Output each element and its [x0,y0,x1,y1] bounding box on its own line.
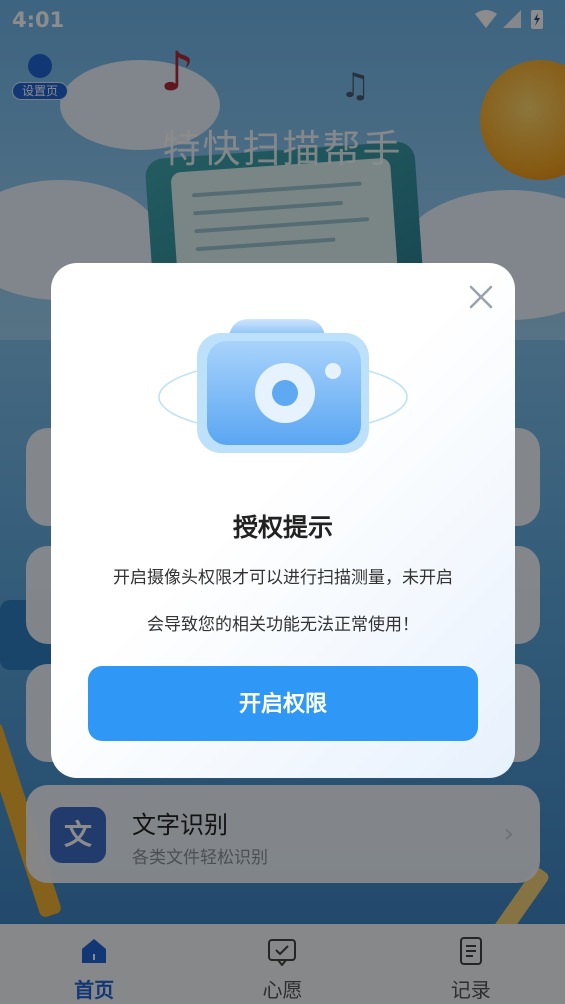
permission-dialog: 授权提示 开启摄像头权限才可以进行扫描测量，未开启 会导致您的相关功能无法正常使… [51,263,515,778]
dialog-message-line-1: 开启摄像头权限才可以进行扫描测量，未开启 [113,568,453,588]
dialog-message-line-2: 会导致您的相关功能无法正常使用！ [147,615,419,635]
dialog-title: 授权提示 [232,513,333,542]
camera-icon [158,319,408,453]
enable-permission-button[interactable]: 开启权限 [88,666,478,741]
close-icon[interactable] [467,283,495,311]
